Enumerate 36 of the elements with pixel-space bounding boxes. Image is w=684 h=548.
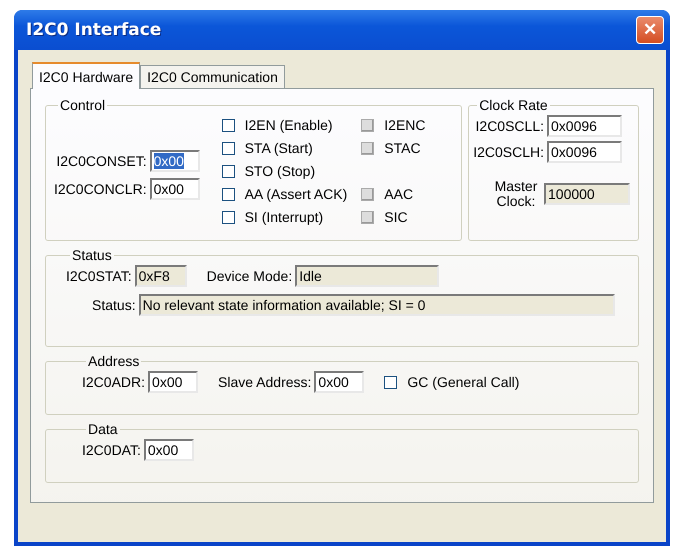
input-field: Idle: [295, 265, 440, 287]
checkbox[interactable]: STA (Start): [222, 138, 348, 158]
tab[interactable]: I2C0 Hardware: [32, 62, 140, 89]
group-title: Clock Rate: [478, 97, 549, 113]
group-title: Control: [59, 97, 106, 113]
tab[interactable]: I2C0 Communication: [140, 65, 285, 88]
field-label: Device Mode:: [206, 268, 292, 284]
checkbox[interactable]: SI (Interrupt): [222, 207, 348, 227]
field-label: I2C0SCLL:: [476, 118, 544, 134]
input-field[interactable]: 0x00: [150, 178, 200, 200]
field-label: I2C0ADR:: [82, 374, 146, 390]
input-field[interactable]: 0x00: [150, 150, 200, 172]
window-title: I2C0 Interface: [26, 20, 162, 40]
input-field: 0xF8: [134, 265, 187, 287]
field-label: I2C0DAT:: [82, 442, 141, 458]
input-field[interactable]: 0x00: [148, 371, 198, 393]
checkbox[interactable]: GC (General Call): [384, 372, 520, 392]
field-label: I2C0CONSET:: [56, 153, 147, 169]
checkbox[interactable]: AA (Assert ACK): [222, 184, 348, 204]
group-title: Data: [87, 421, 119, 437]
field-label: I2C0CONCLR:: [54, 181, 147, 197]
checkbox[interactable]: STO (Stop): [222, 161, 348, 181]
field-label: Slave Address:: [218, 374, 312, 390]
input-field[interactable]: 0x0096: [547, 115, 622, 137]
field-label: Master Clock:: [494, 179, 538, 210]
field-label: I2C0SCLH:: [473, 144, 544, 160]
group-title: Address: [87, 353, 140, 369]
input-field[interactable]: 0x00: [314, 371, 364, 393]
group-title: Status: [71, 247, 113, 263]
checkbox[interactable]: I2EN (Enable): [222, 115, 348, 135]
input-field: No relevant state information available; SI = 0: [138, 294, 615, 316]
input-field: 100000: [544, 183, 630, 206]
input-field[interactable]: 0x0096: [547, 141, 622, 163]
field-label: I2C0STAT:: [66, 268, 132, 284]
field-label: Status:: [92, 297, 136, 313]
input-field[interactable]: 0x00: [144, 439, 194, 461]
